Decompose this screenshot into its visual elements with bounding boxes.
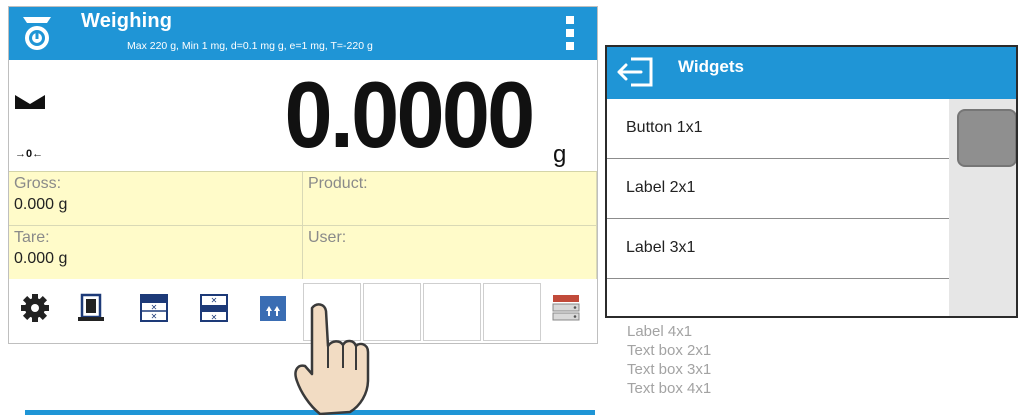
gross-label: Gross: xyxy=(14,175,62,192)
back-icon[interactable] xyxy=(615,55,655,89)
empty-button-slot[interactable] xyxy=(483,283,541,341)
list-item: Text box 2x1 xyxy=(627,342,712,359)
svg-text:✕: ✕ xyxy=(151,312,158,321)
stability-icon xyxy=(15,95,45,109)
list-item-label-2x1[interactable]: Label 2x1 xyxy=(607,159,949,219)
empty-button-slot[interactable] xyxy=(423,283,481,341)
weight-display: →0← 0.0000 g xyxy=(9,60,597,171)
metrology-info: Max 220 g, Min 1 mg, d=0.1 mg g, e=1 mg,… xyxy=(127,40,373,52)
widgets-panel: Widgets Button 1x1 Label 2x1 Label 3x1 xyxy=(605,45,1018,318)
svg-text:✕: ✕ xyxy=(211,313,218,322)
pointing-hand-icon xyxy=(294,303,370,415)
list-item: Text box 4x1 xyxy=(627,380,712,397)
up-arrows-icon[interactable] xyxy=(258,293,288,323)
scale-mode-icon[interactable] xyxy=(20,14,54,52)
tare-weight-icon[interactable] xyxy=(76,293,106,323)
tare-value: 0.000 g xyxy=(14,250,68,267)
hidden-list-items: Label 4x1 Text box 2x1 Text box 3x1 Text… xyxy=(627,322,711,398)
database-icon[interactable] xyxy=(551,293,581,323)
info-fields: Gross: 0.000 g Product: Tare: 0.000 g Us… xyxy=(9,171,597,280)
list-item-button-1x1[interactable]: Button 1x1 xyxy=(607,99,949,159)
weighing-screen: Weighing Max 220 g, Min 1 mg, d=0.1 mg g… xyxy=(8,6,598,344)
gear-icon[interactable] xyxy=(20,293,50,323)
mode-title: Weighing xyxy=(81,10,173,32)
x-grid-icon[interactable]: ✕ ✕ xyxy=(199,293,229,323)
product-field[interactable]: Product: xyxy=(303,172,597,226)
list-item: Text box 3x1 xyxy=(627,361,712,378)
header-bar: Weighing Max 220 g, Min 1 mg, d=0.1 mg g… xyxy=(9,7,597,60)
scrollbar-thumb[interactable] xyxy=(957,109,1016,167)
list-item-label: Button 1x1 xyxy=(626,119,703,136)
list-item: Label 4x1 xyxy=(627,323,693,340)
gross-value: 0.000 g xyxy=(14,196,68,213)
x-grid-icon[interactable]: ✕ ✕ xyxy=(139,293,169,323)
tare-field: Tare: 0.000 g xyxy=(9,226,303,280)
gross-field: Gross: 0.000 g xyxy=(9,172,303,226)
tare-label: Tare: xyxy=(14,229,50,246)
user-label: User: xyxy=(308,229,347,246)
user-field[interactable]: User: xyxy=(303,226,597,280)
list-item-label: Label 3x1 xyxy=(626,239,696,256)
list-item-label: Label 2x1 xyxy=(626,179,696,196)
menu-icon[interactable] xyxy=(566,16,574,52)
list-item-label-3x1[interactable]: Label 3x1 xyxy=(607,219,949,279)
weight-unit[interactable]: g xyxy=(553,141,566,169)
widgets-header: Widgets xyxy=(607,47,1016,99)
product-label: Product: xyxy=(308,175,368,192)
svg-text:✕: ✕ xyxy=(151,303,158,312)
widgets-title: Widgets xyxy=(678,57,744,76)
svg-text:✕: ✕ xyxy=(211,296,218,305)
list-item-partial[interactable] xyxy=(607,279,949,316)
weight-value: 0.0000 xyxy=(285,62,536,167)
zero-icon: →0← xyxy=(15,148,44,160)
